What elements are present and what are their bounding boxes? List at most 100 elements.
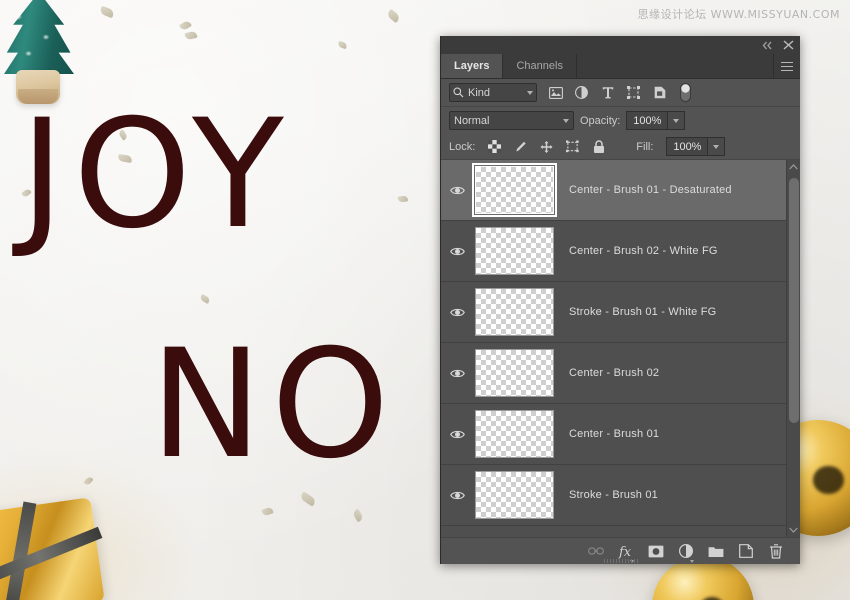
lock-icon-group <box>488 140 605 153</box>
tab-channels-label: Channels <box>516 60 562 72</box>
layer-thumbnail-cell[interactable] <box>473 227 561 275</box>
panel-titlebar <box>441 36 800 54</box>
chevron-down-icon <box>563 119 569 123</box>
chevron-down-icon[interactable] <box>787 523 801 537</box>
layer-thumbnail[interactable] <box>475 227 554 275</box>
layer-thumbnail[interactable] <box>475 349 554 397</box>
tab-channels[interactable]: Channels <box>503 54 576 78</box>
delete-layer-button[interactable] <box>768 543 784 559</box>
screenshot-root: JOY NO 思缘设计论坛 WWW.MISSYUAN.COM Layers Ch… <box>0 0 850 600</box>
layers-panel-footer: fx <box>441 537 800 564</box>
site-watermark: 思缘设计论坛 WWW.MISSYUAN.COM <box>638 6 840 22</box>
chevron-down-icon <box>527 91 533 95</box>
layer-name-label: Center - Brush 01 - Desaturated <box>561 184 732 196</box>
layer-thumbnail-cell[interactable] <box>473 349 561 397</box>
add-layer-mask-button[interactable] <box>648 543 664 559</box>
link-layers-button[interactable] <box>588 543 604 559</box>
layer-thumbnail[interactable] <box>475 410 554 458</box>
eye-icon <box>450 429 465 440</box>
blend-mode-row: Normal Opacity: 100% <box>441 107 800 134</box>
layer-thumbnail[interactable] <box>475 288 554 336</box>
eye-icon <box>450 185 465 196</box>
scrollbar-thumb[interactable] <box>789 178 799 423</box>
smart-object-filter-icon[interactable] <box>652 85 667 100</box>
chevron-up-icon[interactable] <box>787 160 801 174</box>
artwork-word-no: NO <box>150 330 398 480</box>
layer-style-button[interactable]: fx <box>618 543 634 559</box>
blend-mode-select[interactable]: Normal <box>449 111 574 130</box>
svg-text:fx: fx <box>618 545 632 559</box>
lock-artboard-nesting-icon[interactable] <box>566 140 579 153</box>
layer-row[interactable]: Stroke - Brush 01 <box>441 465 786 526</box>
layer-thumbnail-cell[interactable] <box>473 288 561 336</box>
layer-row[interactable]: Center - Brush 02 <box>441 343 786 404</box>
layer-filter-row: Kind <box>441 79 800 107</box>
opacity-stepper[interactable] <box>668 111 685 130</box>
new-layer-button[interactable] <box>738 543 754 559</box>
lock-image-pixels-icon[interactable] <box>514 140 527 153</box>
layer-visibility-toggle[interactable] <box>441 185 473 196</box>
layer-thumbnail[interactable] <box>475 166 554 214</box>
fill-label: Fill: <box>636 141 653 153</box>
layer-list: Center - Brush 01 - Desaturated Center - … <box>441 160 786 537</box>
layer-visibility-toggle[interactable] <box>441 307 473 318</box>
lock-all-icon[interactable] <box>592 140 605 153</box>
layer-thumbnail-cell[interactable] <box>473 410 561 458</box>
search-icon <box>453 87 464 98</box>
tab-layers[interactable]: Layers <box>441 54 503 78</box>
filter-kind-select[interactable]: Kind <box>449 83 537 102</box>
fill-stepper[interactable] <box>708 137 725 156</box>
artwork-word-joy: JOY <box>20 100 293 250</box>
filter-enable-toggle[interactable] <box>680 83 691 102</box>
layer-name-label: Center - Brush 02 - White FG <box>561 245 718 257</box>
layer-row[interactable]: Center - Brush 02 - White FG <box>441 221 786 282</box>
panel-menu-button[interactable] <box>774 54 800 78</box>
tab-layers-label: Layers <box>454 60 489 72</box>
layer-row[interactable]: Center - Brush 01 - Desaturated <box>441 160 786 221</box>
layers-panel: Layers Channels Kind <box>440 36 800 564</box>
layer-thumbnail-cell[interactable] <box>473 471 561 519</box>
layer-visibility-toggle[interactable] <box>441 368 473 379</box>
eye-icon <box>450 368 465 379</box>
eye-icon <box>450 307 465 318</box>
layer-row[interactable]: Center - Brush 01 <box>441 404 786 465</box>
layer-name-label: Stroke - Brush 01 <box>561 489 658 501</box>
scrollbar-track-area[interactable] <box>787 174 800 523</box>
collapse-panel-icon[interactable] <box>762 41 773 50</box>
new-group-button[interactable] <box>708 543 724 559</box>
tab-strip-filler <box>577 54 774 78</box>
lock-row: Lock: Fill: 100% <box>441 134 800 160</box>
layer-row[interactable]: Stroke - Brush 01 - White FG <box>441 282 786 343</box>
layer-visibility-toggle[interactable] <box>441 429 473 440</box>
panel-tab-strip: Layers Channels <box>441 54 800 79</box>
layer-thumbnail-cell[interactable] <box>473 166 561 214</box>
adjustment-layer-filter-icon[interactable] <box>574 85 589 100</box>
chevron-down-icon <box>690 560 694 563</box>
layer-name-label: Center - Brush 01 <box>561 428 659 440</box>
lock-position-icon[interactable] <box>540 140 553 153</box>
lock-transparent-pixels-icon[interactable] <box>488 140 501 153</box>
opacity-input[interactable]: 100% <box>626 111 668 130</box>
layer-visibility-toggle[interactable] <box>441 246 473 257</box>
new-adjustment-layer-button[interactable] <box>678 543 694 559</box>
gold-gift-box <box>0 497 105 600</box>
lock-label: Lock: <box>449 141 475 153</box>
close-panel-icon[interactable] <box>783 40 794 50</box>
panel-resize-grip[interactable] <box>604 559 638 563</box>
layer-list-container: Center - Brush 01 - Desaturated Center - … <box>441 160 800 537</box>
opacity-label: Opacity: <box>580 115 620 127</box>
layer-name-label: Stroke - Brush 01 - White FG <box>561 306 716 318</box>
layer-name-label: Center - Brush 02 <box>561 367 659 379</box>
layer-list-scrollbar[interactable] <box>786 160 800 537</box>
eye-icon <box>450 246 465 257</box>
blend-mode-value: Normal <box>454 115 563 127</box>
shape-layer-filter-icon[interactable] <box>626 85 641 100</box>
eye-icon <box>450 490 465 501</box>
filter-type-icons <box>548 85 667 100</box>
type-layer-filter-icon[interactable] <box>600 85 615 100</box>
fill-input[interactable]: 100% <box>666 137 708 156</box>
hamburger-menu-icon <box>781 62 793 71</box>
layer-thumbnail[interactable] <box>475 471 554 519</box>
pixel-layer-filter-icon[interactable] <box>548 85 563 100</box>
layer-visibility-toggle[interactable] <box>441 490 473 501</box>
